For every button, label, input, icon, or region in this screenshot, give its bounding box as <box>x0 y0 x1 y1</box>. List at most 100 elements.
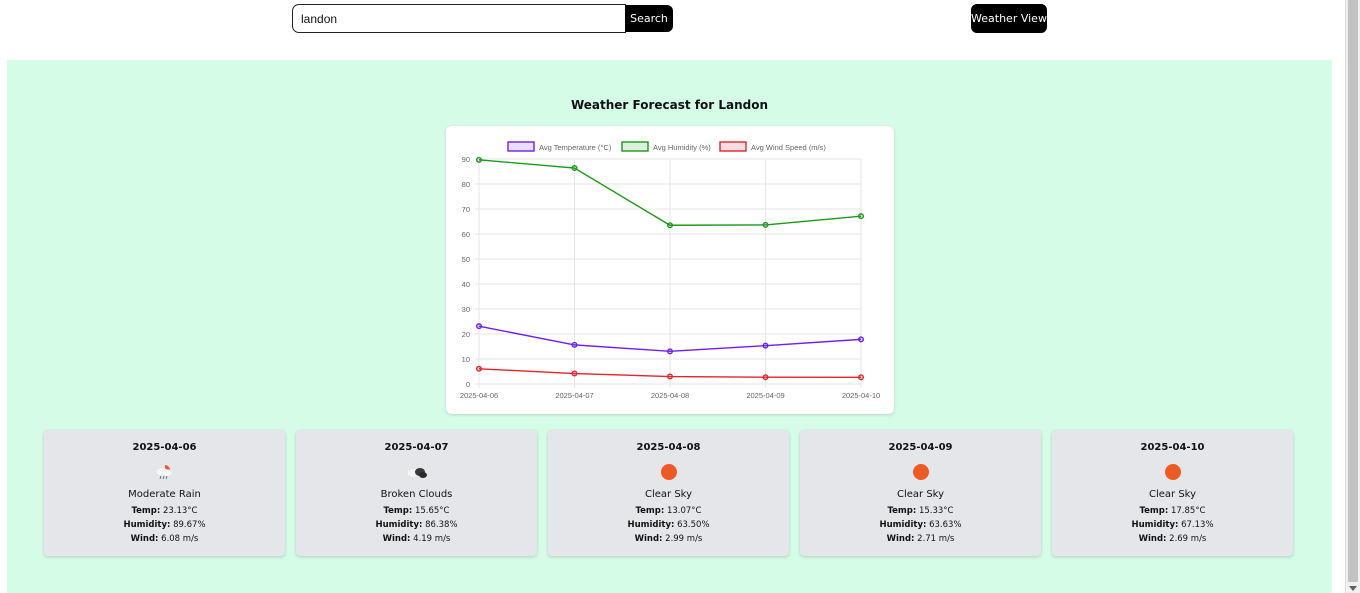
temp-value: 15.33°C <box>918 506 954 516</box>
forecast-date: 2025-04-08 <box>636 442 701 453</box>
forecast-wind: Wind: 2.69 m/s <box>1052 534 1293 544</box>
humidity-label: Humidity: <box>1131 520 1179 530</box>
forecast-humidity: Humidity: 63.50% <box>548 520 789 530</box>
temp-value: 17.85°C <box>1170 506 1206 516</box>
temp-value: 15.65°C <box>414 506 450 516</box>
x-tick-label: 2025-04-10 <box>842 391 880 400</box>
y-tick-label: 60 <box>462 230 470 239</box>
legend-swatch <box>621 141 649 152</box>
temp-label: Temp: <box>383 506 413 516</box>
forecast-description: Clear Sky <box>896 489 945 500</box>
forecast-description: Clear Sky <box>1148 489 1197 500</box>
forecast-description: Broken Clouds <box>380 489 453 500</box>
forecast-humidity: Humidity: 67.13% <box>1052 520 1293 530</box>
wind-value: 6.08 m/s <box>161 534 199 544</box>
vertical-scrollbar[interactable] <box>1345 0 1360 593</box>
temp-label: Temp: <box>887 506 917 516</box>
search-button[interactable]: Search <box>625 5 673 32</box>
data-point <box>476 323 483 330</box>
forecast-card: 2025-04-06 Moderate Rain Temp: 23.13°C H… <box>44 430 285 556</box>
legend-swatch <box>507 141 535 152</box>
forecast-card: 2025-04-09 Clear Sky Temp: 15.33°C Humid… <box>800 430 1041 556</box>
y-tick-label: 90 <box>462 155 470 164</box>
humidity-label: Humidity: <box>123 520 171 530</box>
sun-icon <box>661 464 677 480</box>
data-point <box>666 373 673 380</box>
data-point <box>476 365 483 372</box>
humidity-value: 63.63% <box>929 520 962 530</box>
y-tick-label: 40 <box>462 280 470 289</box>
search-input[interactable] <box>292 4 626 33</box>
data-point <box>571 341 578 348</box>
data-point <box>476 156 483 163</box>
forecast-wind: Wind: 2.71 m/s <box>800 534 1041 544</box>
humidity-value: 86.38% <box>425 520 458 530</box>
forecast-temp: Temp: 23.13°C <box>44 506 285 516</box>
wind-label: Wind: <box>1138 534 1167 544</box>
scroll-down-arrow-icon[interactable] <box>1349 586 1357 591</box>
legend-label: Avg Humidity (%) <box>653 143 711 152</box>
x-tick-label: 2025-04-06 <box>460 391 498 400</box>
sun-icon <box>913 464 929 480</box>
scrollbar-thumb[interactable] <box>1348 0 1358 582</box>
wind-value: 2.69 m/s <box>1169 534 1207 544</box>
y-tick-label: 20 <box>462 330 470 339</box>
forecast-humidity: Humidity: 63.63% <box>800 520 1041 530</box>
forecast-temp: Temp: 15.65°C <box>296 506 537 516</box>
wind-value: 2.71 m/s <box>917 534 955 544</box>
weather-view-button[interactable]: Weather View <box>971 4 1047 33</box>
forecast-card: 2025-04-07 Broken Clouds Temp: 15.65°C H… <box>296 430 537 556</box>
humidity-value: 67.13% <box>1181 520 1214 530</box>
wind-label: Wind: <box>382 534 411 544</box>
data-point <box>666 348 673 355</box>
chart-card: 0 10 20 30 40 50 60 70 80 90 2025-04-06 2025-04-07 2… <box>446 126 894 414</box>
data-point <box>762 342 769 349</box>
temp-value: 23.13°C <box>162 506 198 516</box>
temp-label: Temp: <box>1139 506 1169 516</box>
forecast-temp: Temp: 17.85°C <box>1052 506 1293 516</box>
forecast-wind: Wind: 2.99 m/s <box>548 534 789 544</box>
humidity-label: Humidity: <box>879 520 927 530</box>
y-tick-label: 0 <box>466 380 470 389</box>
wind-label: Wind: <box>130 534 159 544</box>
app: Search Weather View Weather Forecast for… <box>0 0 1345 593</box>
y-tick-label: 10 <box>462 355 470 364</box>
humidity-value: 89.67% <box>173 520 206 530</box>
temp-label: Temp: <box>131 506 161 516</box>
y-tick-label: 70 <box>462 205 470 214</box>
x-tick-label: 2025-04-08 <box>651 391 689 400</box>
forecast-date: 2025-04-07 <box>384 442 449 453</box>
wind-value: 2.99 m/s <box>665 534 703 544</box>
humidity-value: 63.50% <box>677 520 710 530</box>
y-tick-label: 80 <box>462 180 470 189</box>
humidity-label: Humidity: <box>627 520 675 530</box>
forecast-wind: Wind: 6.08 m/s <box>44 534 285 544</box>
data-point <box>571 165 578 172</box>
top-bar: Search Weather View <box>0 0 1345 40</box>
temp-label: Temp: <box>635 506 665 516</box>
forecast-wind: Wind: 4.19 m/s <box>296 534 537 544</box>
data-point <box>858 213 865 220</box>
data-point <box>762 374 769 381</box>
x-tick-label: 2025-04-09 <box>746 391 784 400</box>
temp-value: 13.07°C <box>666 506 702 516</box>
wind-label: Wind: <box>634 534 663 544</box>
sun-icon <box>1165 464 1181 480</box>
forecast-cards: 2025-04-06 Moderate Rain Temp: 23.13°C H… <box>44 430 1294 556</box>
forecast-temp: Temp: 15.33°C <box>800 506 1041 516</box>
forecast-date: 2025-04-06 <box>132 442 197 453</box>
forecast-description: Moderate Rain <box>128 489 201 500</box>
forecast-description: Clear Sky <box>644 489 693 500</box>
legend-swatch <box>719 141 747 152</box>
wind-value: 4.19 m/s <box>413 534 451 544</box>
data-point <box>858 336 865 343</box>
rain-cloud-icon <box>155 465 173 480</box>
forecast-chart: 0 10 20 30 40 50 60 70 80 90 2025-04-06 2025-04-07 2… <box>460 141 880 400</box>
forecast-date: 2025-04-10 <box>1140 442 1205 453</box>
forecast-card: 2025-04-10 Clear Sky Temp: 17.85°C Humid… <box>1052 430 1293 556</box>
y-tick-label: 30 <box>462 305 470 314</box>
forecast-temp: Temp: 13.07°C <box>548 506 789 516</box>
data-point <box>571 370 578 377</box>
legend-label: Avg Temperature (°C) <box>539 143 612 152</box>
page-title: Weather Forecast for Landon <box>570 98 769 112</box>
